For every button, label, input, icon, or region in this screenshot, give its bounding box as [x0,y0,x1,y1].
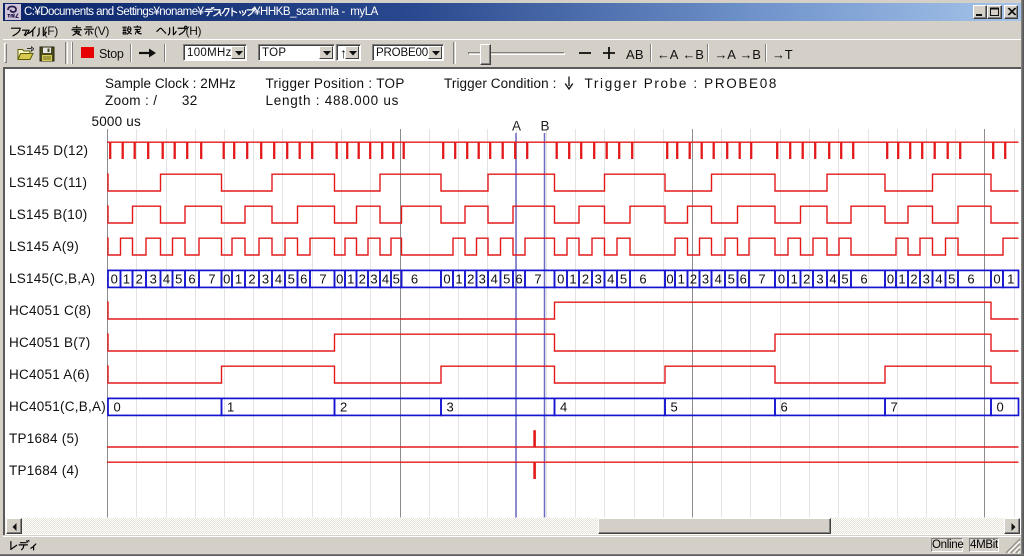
svg-text:0: 0 [887,271,894,286]
svg-text:4: 4 [829,271,836,286]
svg-text:3: 3 [479,271,486,286]
svg-text:6: 6 [300,271,307,286]
svg-text:0: 0 [336,271,343,286]
svg-text:1: 1 [455,271,462,286]
svg-text:4: 4 [935,271,942,286]
svg-text:2: 2 [803,271,810,286]
svg-text:0: 0 [778,271,785,286]
svg-text:5: 5 [288,271,295,286]
svg-text:B: B [540,119,549,134]
svg-text:0: 0 [666,271,673,286]
svg-text:0: 0 [111,271,118,286]
svg-text:1: 1 [347,271,354,286]
svg-text:6: 6 [860,271,867,286]
svg-text:5: 5 [620,271,627,286]
svg-text:3: 3 [447,399,454,414]
svg-text:1: 1 [123,271,130,286]
svg-text:3: 3 [816,271,823,286]
svg-text:0: 0 [557,271,564,286]
svg-text:7: 7 [891,399,898,414]
svg-text:4: 4 [275,271,282,286]
svg-text:3: 3 [595,271,602,286]
svg-text:6: 6 [639,271,646,286]
svg-text:3: 3 [262,271,269,286]
svg-text:5: 5 [503,271,510,286]
svg-text:1: 1 [1007,271,1014,286]
svg-text:5: 5 [841,271,848,286]
svg-text:7: 7 [758,271,765,286]
svg-text:2: 2 [582,271,589,286]
svg-text:5: 5 [948,271,955,286]
svg-text:7: 7 [534,271,541,286]
svg-text:1: 1 [791,271,798,286]
svg-text:6: 6 [188,271,195,286]
svg-text:5: 5 [671,399,678,414]
svg-text:4: 4 [163,271,170,286]
svg-text:0: 0 [993,271,1000,286]
svg-text:4: 4 [715,271,722,286]
svg-text:5: 5 [728,271,735,286]
svg-text:1: 1 [227,399,234,414]
svg-text:0: 0 [443,271,450,286]
svg-text:3: 3 [702,271,709,286]
svg-text:6: 6 [515,271,522,286]
svg-text:2: 2 [690,271,697,286]
svg-text:5: 5 [393,271,400,286]
svg-text:2: 2 [467,271,474,286]
svg-text:A: A [512,119,521,134]
svg-text:6: 6 [740,271,747,286]
svg-text:4: 4 [491,271,498,286]
svg-text:0: 0 [997,399,1004,414]
svg-text:4: 4 [607,271,614,286]
svg-text:3: 3 [370,271,377,286]
svg-text:1: 1 [235,271,242,286]
svg-text:5: 5 [175,271,182,286]
svg-text:0: 0 [223,271,230,286]
svg-text:1: 1 [678,271,685,286]
svg-text:1: 1 [898,271,905,286]
svg-text:1: 1 [569,271,576,286]
svg-text:6: 6 [967,271,974,286]
svg-text:6: 6 [411,271,418,286]
svg-text:2: 2 [910,271,917,286]
svg-text:3: 3 [923,271,930,286]
svg-text:2: 2 [359,271,366,286]
svg-text:7: 7 [319,271,326,286]
svg-text:2: 2 [136,271,143,286]
svg-text:0: 0 [114,399,121,414]
svg-text:2: 2 [248,271,255,286]
svg-text:7: 7 [208,271,215,286]
svg-text:2: 2 [340,399,347,414]
svg-text:6: 6 [781,399,788,414]
svg-text:4: 4 [560,399,567,414]
svg-text:3: 3 [150,271,157,286]
svg-text:4: 4 [382,271,389,286]
